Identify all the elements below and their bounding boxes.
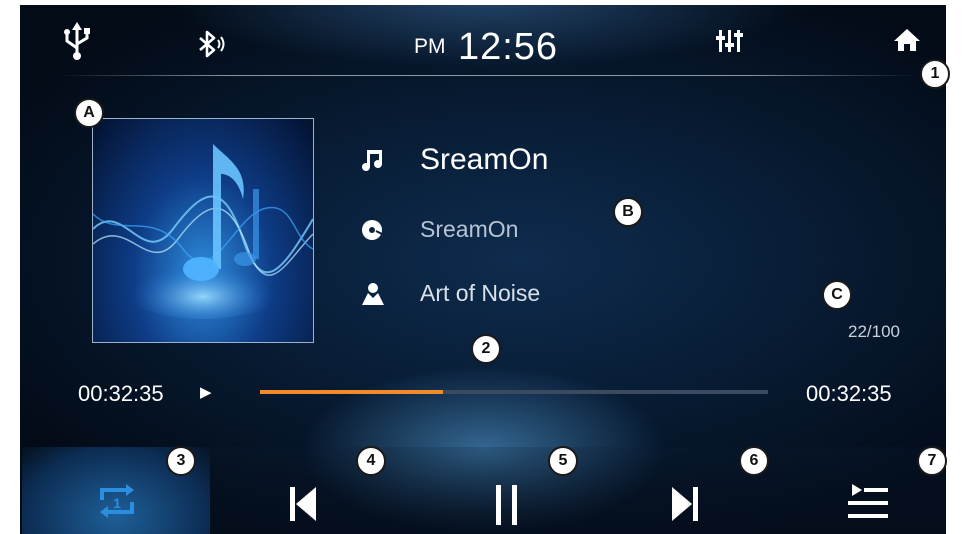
callout-b: B bbox=[613, 197, 643, 227]
callout-1: 1 bbox=[920, 59, 950, 89]
album-name: SreamOn bbox=[420, 216, 519, 242]
status-divider bbox=[58, 75, 918, 76]
playlist-button[interactable] bbox=[848, 484, 892, 529]
repeat-one-icon: 1 bbox=[100, 484, 134, 518]
callout-3: 3 bbox=[166, 446, 196, 476]
callout-6: 6 bbox=[739, 446, 769, 476]
progress-bar[interactable] bbox=[260, 390, 768, 394]
callout-a: A bbox=[74, 98, 104, 128]
clock: PM 12:56 bbox=[414, 26, 558, 69]
home-icon[interactable] bbox=[893, 28, 921, 57]
callout-4: 4 bbox=[356, 446, 386, 476]
callout-2: 2 bbox=[471, 334, 501, 364]
previous-button[interactable] bbox=[290, 485, 316, 528]
elapsed-time: 00:32:35 bbox=[78, 381, 164, 406]
svg-text:1: 1 bbox=[113, 495, 121, 511]
clock-time: 12:56 bbox=[457, 26, 559, 68]
track-title: SreamOn bbox=[420, 143, 549, 176]
album-art bbox=[92, 118, 314, 343]
callout-7: 7 bbox=[917, 446, 947, 476]
track-count: 22/100 bbox=[848, 322, 900, 341]
bluetooth-audio-icon[interactable] bbox=[196, 30, 226, 63]
repeat-one-button[interactable]: 1 bbox=[96, 482, 138, 525]
skip-next-icon bbox=[672, 487, 698, 521]
clock-ampm: PM bbox=[414, 35, 446, 58]
artist-name: Art of Noise bbox=[420, 280, 541, 306]
equalizer-icon[interactable] bbox=[716, 28, 744, 59]
usb-icon[interactable] bbox=[60, 22, 94, 67]
total-time: 00:32:35 bbox=[806, 381, 892, 406]
play-state-icon: ▶ bbox=[200, 384, 212, 401]
callout-5: 5 bbox=[548, 446, 578, 476]
media-player-screen: PM 12:56 SreamOn SreamOn Art of Noise 22… bbox=[0, 0, 968, 534]
frame-left bbox=[0, 0, 20, 534]
progress-fill bbox=[260, 390, 443, 394]
frame-top bbox=[0, 0, 968, 5]
callout-c: C bbox=[822, 280, 852, 310]
music-note-icon bbox=[362, 150, 382, 171]
frame-right bbox=[946, 0, 968, 534]
skip-previous-icon bbox=[290, 487, 316, 521]
playlist-icon bbox=[848, 484, 888, 518]
disc-icon bbox=[362, 220, 385, 240]
pause-button[interactable] bbox=[496, 485, 522, 530]
next-button[interactable] bbox=[672, 485, 698, 528]
artist-icon bbox=[362, 283, 384, 305]
pause-icon bbox=[496, 485, 517, 525]
